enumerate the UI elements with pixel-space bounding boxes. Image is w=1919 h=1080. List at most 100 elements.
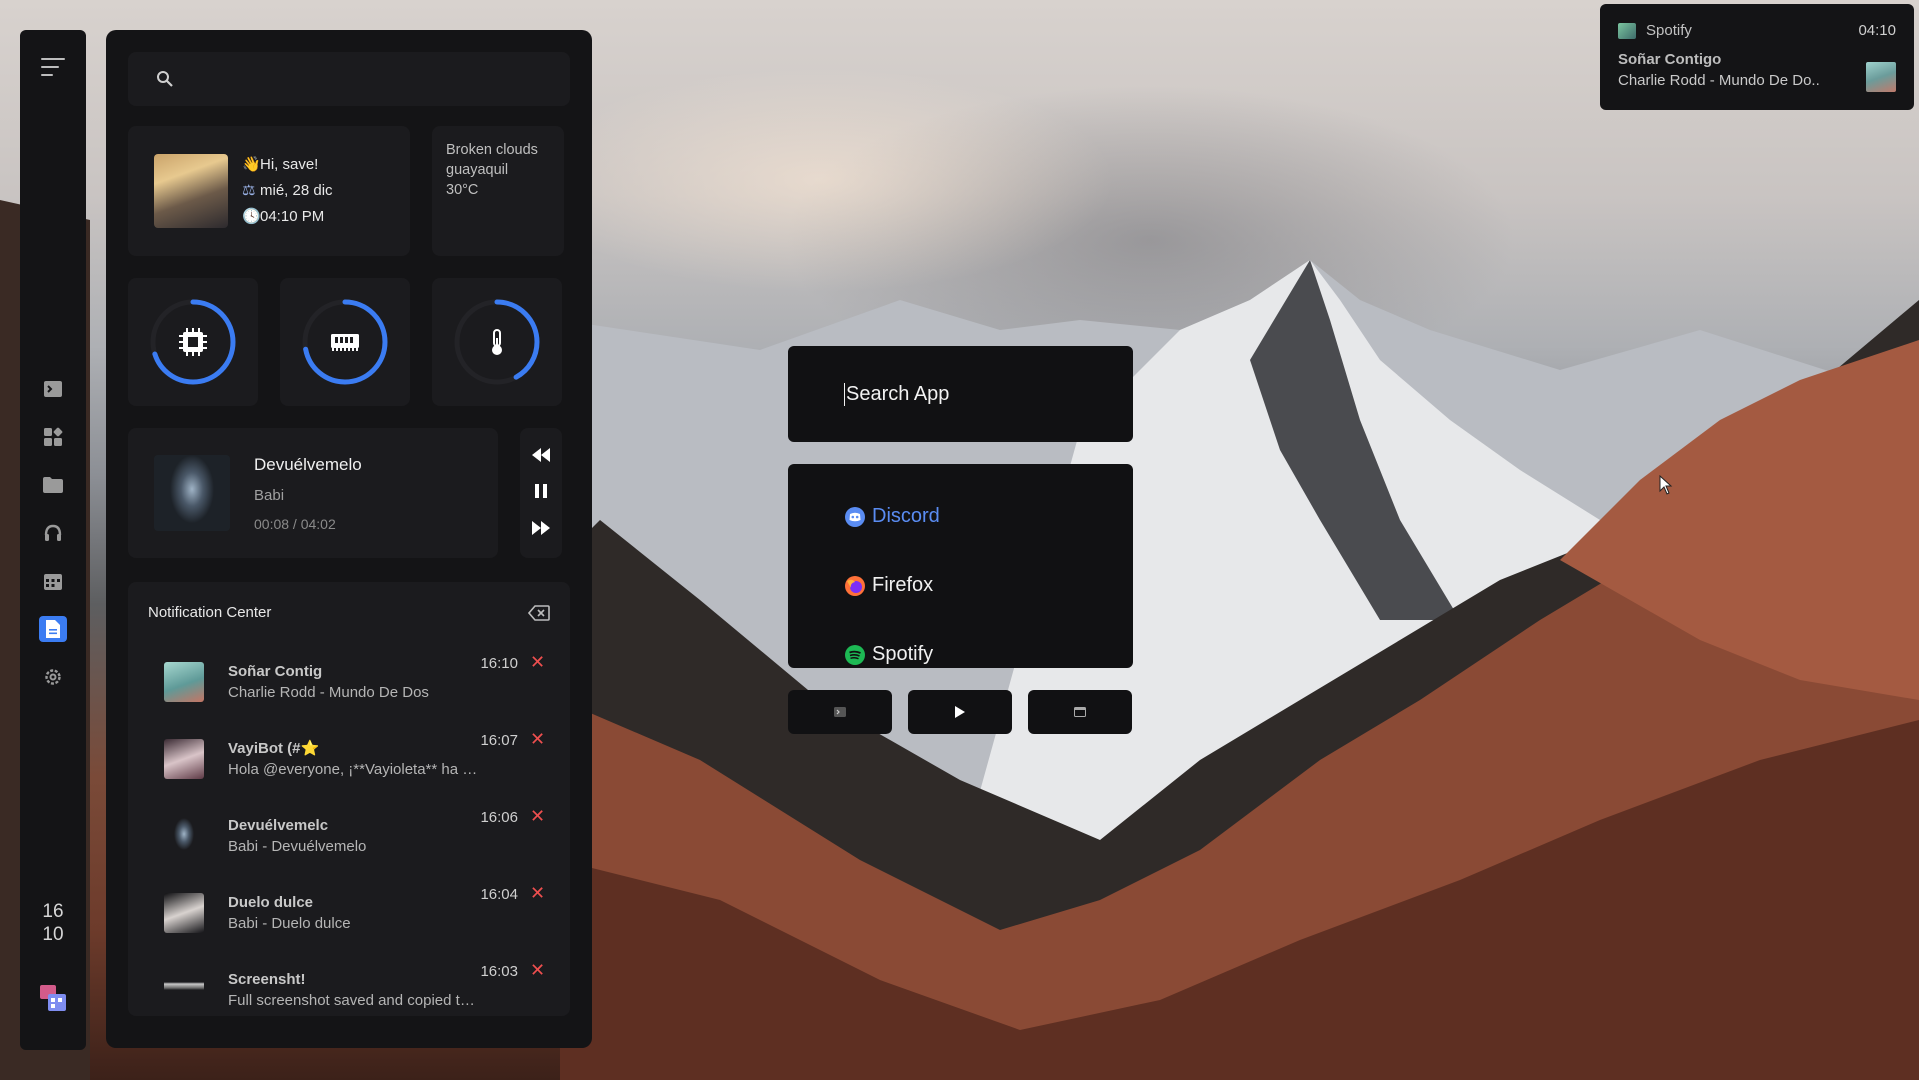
firefox-icon [845,575,865,596]
track-artist: Babi [254,486,285,504]
wave-icon: 👋 [242,156,261,173]
toast-text: Charlie Rodd - Mundo De Do.. [1618,72,1820,89]
play-icon [955,706,965,718]
notification-item[interactable]: Devuélvemelc Babi - Devuélvemelo 16:06 ✕ [148,797,550,874]
track-title: Devuélvemelo [254,454,362,474]
close-icon[interactable]: ✕ [530,729,545,750]
notification-center-title: Notification Center [148,604,272,621]
notification-item[interactable]: Duelo dulce Babi - Duelo dulce 16:04 ✕ [148,874,550,951]
notification-item[interactable]: VayiBot (#⭐️ Hola @everyone, ¡**Vayiolet… [148,720,550,797]
previous-icon[interactable] [532,447,550,465]
notification-thumbnail [164,969,204,1010]
window-button[interactable] [1028,690,1132,734]
temperature-gauge [432,278,562,406]
cpu-gauge [128,278,258,406]
close-icon[interactable]: ✕ [530,883,545,904]
notification-time: 16:04 [480,886,518,903]
notification-item[interactable]: Soñar Contig Charlie Rodd - Mundo De Dos… [148,643,550,720]
close-icon[interactable]: ✕ [530,806,545,827]
apps-icon[interactable] [39,424,67,450]
notification-text: Babi - Devuélvemelo [228,837,367,855]
clear-all-icon[interactable] [527,604,550,621]
headphones-icon[interactable] [39,520,67,546]
notification-thumbnail [164,892,204,933]
window-icon [1074,707,1086,717]
toast-app-name: Spotify [1646,22,1692,39]
greeting: Hi, save! [260,156,319,173]
time-label: 04:10 PM [260,208,325,225]
album-cover [154,455,230,531]
notification-title: Soñar Contig [228,662,323,680]
weather-temp: 30°C [446,182,479,198]
music-player: Devuélvemelo Babi 00:08 / 04:02 [128,428,498,558]
music-controls [520,428,562,558]
next-icon[interactable] [532,521,550,538]
search-input[interactable] [188,70,528,88]
notification-thumbnail [164,661,204,702]
toast-time: 04:10 [1858,22,1896,39]
layout-switcher-icon[interactable] [39,984,67,1012]
menu-icon[interactable] [41,58,65,76]
balance-icon: ⚖ [242,182,256,199]
notification-text: Hola @everyone, ¡**Vayioleta** ha public… [228,761,478,778]
pause-icon[interactable] [535,484,547,501]
app-item-firefox[interactable]: Firefox [788,551,1133,620]
weather-condition: Broken clouds [446,142,538,158]
run-button[interactable] [908,690,1012,734]
notification-thumbnail [164,738,204,779]
launcher-buttons [788,690,1133,734]
toast-thumbnail [1866,62,1896,92]
cpu-icon [179,328,207,356]
mouse-cursor-icon [1659,475,1673,495]
notification-title: Duelo dulce [228,893,314,911]
clock-hour: 16 [42,901,64,922]
notification-text: Babi - Duelo dulce [228,914,351,932]
spotify-icon [845,644,865,665]
close-icon[interactable]: ✕ [530,652,545,673]
launcher-search-input[interactable] [844,382,1104,406]
notification-time: 16:07 [480,732,518,749]
app-item-discord[interactable]: Discord [788,482,1133,551]
document-icon[interactable] [39,616,67,642]
app-label: Firefox [872,574,934,596]
terminal-icon[interactable] [39,376,67,402]
avatar [154,154,228,228]
notification-time: 16:06 [480,809,518,826]
notification-thumbnail [164,815,204,856]
settings-icon[interactable] [39,664,67,690]
calendar-icon[interactable] [39,568,67,594]
notification-text: Charlie Rodd - Mundo De Dos [228,683,429,701]
thermometer-icon [492,329,502,355]
notification-title: Devuélvemelc [228,816,329,834]
track-time: 00:08 / 04:02 [254,515,336,532]
dock-clock: 16 10 [20,900,86,946]
launcher-search-box[interactable] [788,346,1133,442]
toast-title: Soñar Contigo [1618,51,1722,68]
control-panel: 👋Hi, save! ⚖ mié, 28 dic 🕓04:10 PM Broken… [106,30,592,1048]
date-label: mié, 28 dic [260,182,333,199]
notification-center: Notification Center Soñar Contig Charlie… [128,582,570,1016]
notification-title: Screensht! [228,970,306,988]
terminal-button[interactable] [788,690,892,734]
app-label: Spotify [872,643,934,665]
app-label: Discord [872,505,940,527]
notification-time: 16:10 [480,655,518,672]
spotify-notification-toast[interactable]: Spotify 04:10 Soñar Contigo Charlie Rodd… [1600,4,1914,110]
clock-minute: 10 [42,924,64,945]
clock-icon: 🕓 [242,208,261,225]
dock: 16 10 [20,30,86,1050]
folder-icon[interactable] [39,472,67,498]
ram-icon [331,334,359,351]
ram-gauge [280,278,410,406]
app-item-spotify[interactable]: Spotify [788,620,1133,689]
notification-item[interactable]: Screensht! Full screenshot saved and cop… [148,951,550,1028]
notification-time: 16:03 [480,963,518,980]
notification-text: Full screenshot saved and copied to clip… [228,991,478,1009]
close-icon[interactable]: ✕ [530,960,545,981]
profile-card: 👋Hi, save! ⚖ mié, 28 dic 🕓04:10 PM [128,126,410,256]
panel-search[interactable] [128,52,570,106]
notification-title: VayiBot (#⭐️ [228,740,320,757]
launcher-app-list: Discord Firefox Spotify [788,464,1133,668]
discord-icon [845,506,865,527]
weather-city: guayaquil [446,162,509,178]
